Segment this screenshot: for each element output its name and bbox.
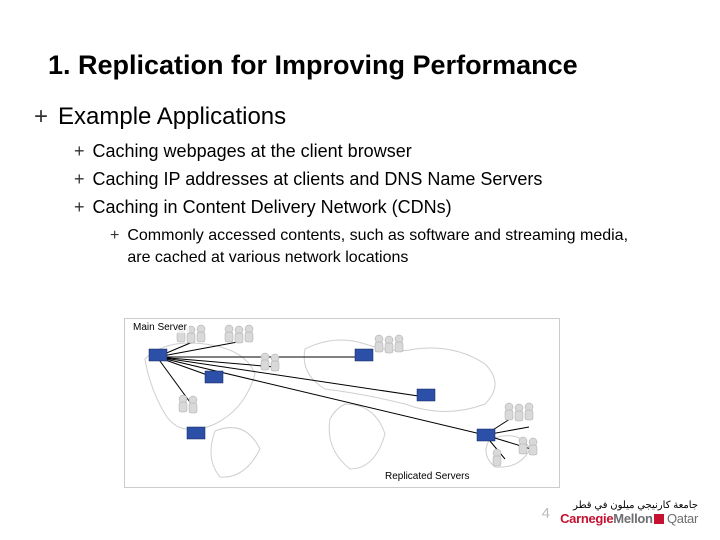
- bullet-lvl2: + Caching IP addresses at clients and DN…: [74, 167, 672, 191]
- slide: 1. Replication for Improving Performance…: [0, 0, 720, 540]
- logo-mellon: Mellon: [613, 511, 652, 526]
- bullet-mark: +: [74, 167, 85, 191]
- bullet-mark: +: [110, 225, 119, 247]
- bullet-mark: +: [74, 195, 85, 219]
- bullet-lvl2: + Caching webpages at the client browser: [74, 139, 672, 163]
- logo-english-text: CarnegieMellon Qatar: [558, 511, 698, 526]
- bullet-lvl2-text: Caching IP addresses at clients and DNS …: [93, 167, 543, 191]
- bullet-lvl2-text: Caching in Content Delivery Network (CDN…: [93, 195, 452, 219]
- figure-label-replicated-servers: Replicated Servers: [383, 471, 471, 482]
- figure-label-main-server: Main Server: [131, 322, 189, 333]
- bullet-lvl1-text: Example Applications: [58, 103, 286, 131]
- bullet-lvl1: + Example Applications: [34, 103, 672, 131]
- logo-carnegie: Carnegie: [560, 511, 613, 526]
- bullet-lvl3: + Commonly accessed contents, such as so…: [110, 225, 672, 269]
- bullet-lvl3-text: Commonly accessed contents, such as soft…: [127, 225, 647, 269]
- logo-square-icon: [654, 514, 664, 524]
- logo-arabic-text: جامعة كارنيجي ميلون في قطر: [558, 500, 698, 511]
- slide-title: 1. Replication for Improving Performance: [48, 50, 672, 81]
- world-map-figure: Main Server Replicated Servers: [124, 318, 560, 488]
- cmu-qatar-logo: جامعة كارنيجي ميلون في قطر CarnegieMello…: [558, 500, 698, 526]
- bullet-mark: +: [74, 139, 85, 163]
- bullet-mark: +: [34, 103, 48, 131]
- bullet-lvl2-text: Caching webpages at the client browser: [93, 139, 412, 163]
- page-number: 4: [542, 505, 550, 522]
- logo-qatar: Qatar: [667, 511, 698, 526]
- bullet-lvl2: + Caching in Content Delivery Network (C…: [74, 195, 672, 219]
